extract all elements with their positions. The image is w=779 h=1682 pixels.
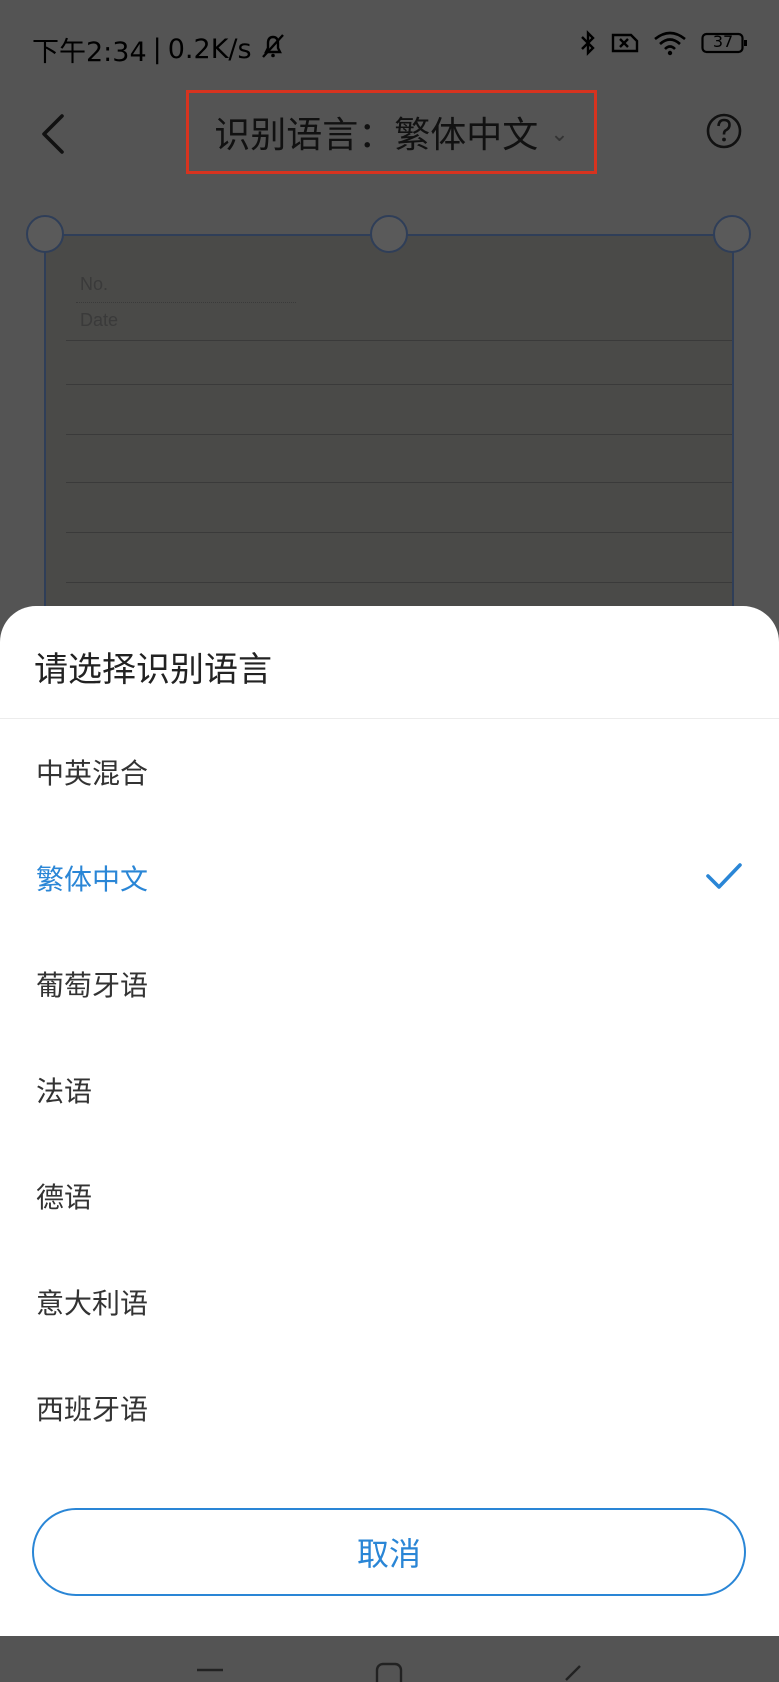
home-icon[interactable] — [375, 1662, 403, 1682]
option-label: 德语 — [36, 1181, 93, 1214]
ruled-line — [66, 582, 732, 583]
battery-icon: 37 — [701, 31, 749, 55]
ruled-line — [66, 384, 732, 385]
ruled-line — [66, 482, 732, 483]
option-label: 意大利语 — [36, 1287, 149, 1320]
language-option-mixed[interactable]: 中英混合 — [0, 719, 779, 825]
language-option-portuguese[interactable]: 葡萄牙语 — [0, 931, 779, 1037]
no-underline — [76, 302, 296, 304]
ruled-line — [66, 340, 732, 341]
status-left: 下午2:34 | 0.2K/s — [32, 30, 288, 69]
language-option-german[interactable]: 德语 — [0, 1143, 779, 1249]
bluetooth-icon — [579, 28, 597, 58]
battery-level: 37 — [712, 32, 734, 51]
network-speed: 0.2K/s — [167, 34, 252, 65]
system-nav-bar — [0, 1636, 779, 1682]
ruled-line — [66, 532, 732, 533]
menu-icon[interactable] — [195, 1666, 225, 1682]
sheet-title: 请选择识别语言 — [34, 650, 272, 690]
chevron-down-icon: ⌄ — [550, 121, 569, 147]
crop-handle-top-center[interactable] — [370, 215, 408, 253]
language-option-italian[interactable]: 意大利语 — [0, 1249, 779, 1355]
note-no-label: No. — [80, 274, 109, 294]
option-label: 中英混合 — [36, 757, 149, 790]
option-label: 法语 — [36, 1075, 93, 1108]
status-separator: | — [152, 34, 162, 65]
option-label: 繁体中文 — [36, 863, 149, 896]
document-preview: No. Date — [44, 234, 734, 654]
cancel-button[interactable]: 取消 — [32, 1508, 746, 1596]
mute-bell-icon — [258, 32, 288, 67]
note-date-label: Date — [80, 310, 119, 330]
language-option-traditional-chinese[interactable]: 繁体中文 — [0, 825, 779, 931]
language-bottom-sheet: 请选择识别语言 中英混合 繁体中文 葡萄牙语 法语 德语 意大利语 西班牙语 取… — [0, 606, 779, 1636]
help-button[interactable] — [699, 106, 749, 156]
help-icon — [706, 113, 742, 149]
top-toolbar: 识别语言：繁体中文 ⌄ — [0, 90, 779, 182]
crop-handle-top-left[interactable] — [26, 215, 64, 253]
wifi-icon — [653, 29, 687, 57]
language-selector[interactable]: 识别语言：繁体中文 ⌄ — [186, 90, 597, 174]
back-nav-icon[interactable] — [560, 1664, 584, 1682]
crop-handle-top-right[interactable] — [713, 215, 751, 253]
back-button[interactable] — [28, 104, 88, 164]
language-option-spanish[interactable]: 西班牙语 — [0, 1355, 779, 1461]
back-arrow-icon — [42, 114, 64, 154]
checkmark-icon — [706, 863, 742, 889]
sim-x-icon — [611, 31, 639, 55]
ruled-line — [66, 434, 732, 435]
status-right: 37 — [579, 28, 749, 58]
status-time: 下午2:34 — [32, 37, 147, 68]
option-label: 西班牙语 — [36, 1393, 149, 1426]
option-label: 葡萄牙语 — [36, 969, 149, 1002]
status-bar: 下午2:34 | 0.2K/s 37 — [0, 0, 779, 90]
page-title: 识别语言：繁体中文 — [214, 115, 539, 156]
language-option-french[interactable]: 法语 — [0, 1037, 779, 1143]
